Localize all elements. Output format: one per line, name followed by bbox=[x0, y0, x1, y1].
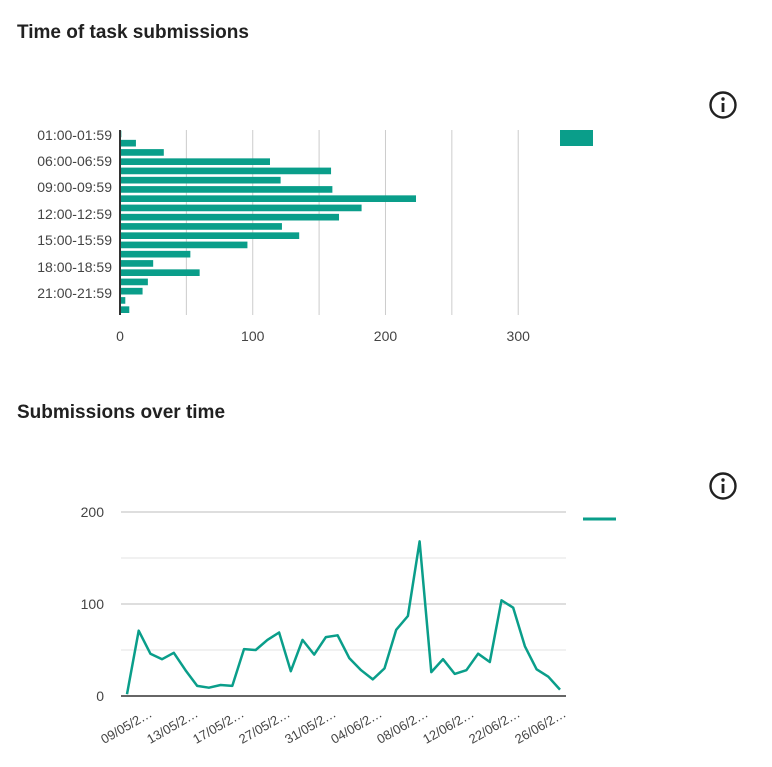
y-tick-label: 200 bbox=[81, 504, 105, 520]
timeline-line-chart: 0 100 200 09/05/2…13/05/2…17/05/2…27/05/2…3… bbox=[81, 504, 616, 747]
x-tick-label: 09/05/2… bbox=[98, 706, 154, 747]
y-tick-label: 100 bbox=[81, 596, 105, 612]
series-line bbox=[125, 540, 561, 695]
x-tick-label: 08/06/2… bbox=[374, 706, 430, 747]
x-tick-label: 12/06/2… bbox=[420, 706, 476, 747]
x-tick-label: 26/06/2… bbox=[512, 706, 568, 747]
x-tick-label: 13/05/2… bbox=[144, 706, 200, 747]
y-tick-label: 0 bbox=[96, 688, 104, 704]
x-tick-label: 31/05/2… bbox=[282, 706, 338, 747]
x-tick-label: 27/05/2… bbox=[236, 706, 292, 747]
x-tick-label: 04/06/2… bbox=[328, 706, 384, 747]
x-tick-label: 22/06/2… bbox=[466, 706, 522, 747]
x-tick-label: 17/05/2… bbox=[190, 706, 246, 747]
